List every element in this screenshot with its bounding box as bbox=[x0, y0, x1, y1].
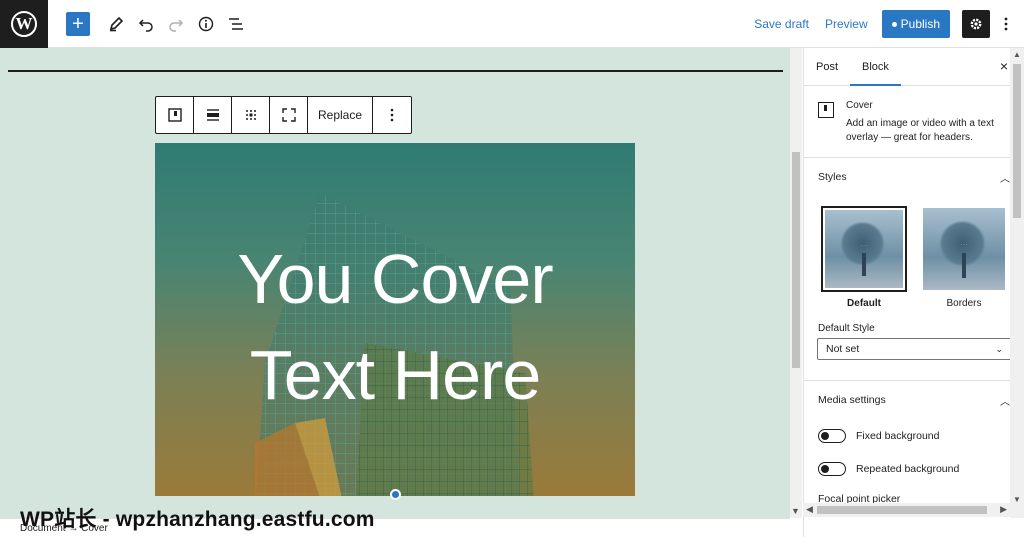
repeated-background-row: Repeated background bbox=[804, 452, 1024, 485]
topbar-actions: Save draft Preview Publish bbox=[746, 0, 1024, 48]
style-option-borders[interactable]: · · · Borders bbox=[921, 206, 1007, 309]
tab-post[interactable]: Post bbox=[804, 48, 850, 86]
replace-button[interactable]: Replace bbox=[308, 97, 374, 133]
gear-icon bbox=[970, 18, 982, 30]
settings-sidebar: Post Block × Cover Add an image or video… bbox=[803, 48, 1024, 537]
position-grid-icon bbox=[245, 110, 256, 120]
scroll-down-arrow-icon[interactable]: ▼ bbox=[1013, 495, 1021, 504]
tools-button[interactable] bbox=[102, 10, 130, 38]
canvas-scrollbar[interactable]: ▼ bbox=[790, 48, 802, 518]
cover-heading-line-1[interactable]: You Cover bbox=[155, 231, 635, 327]
editor-canvas[interactable]: Replace You Cover Text Here bbox=[0, 48, 790, 518]
publish-button[interactable]: Publish bbox=[881, 10, 950, 38]
settings-button[interactable] bbox=[962, 10, 990, 38]
info-icon bbox=[198, 16, 214, 31]
cover-block[interactable]: You Cover Text Here bbox=[155, 143, 635, 496]
styles-panel-toggle[interactable]: Styles ︿ bbox=[804, 158, 1024, 196]
separator-block[interactable] bbox=[8, 70, 783, 72]
list-view-button[interactable] bbox=[222, 10, 250, 38]
cover-heading-line-2[interactable]: Text Here bbox=[155, 327, 635, 423]
publish-label: Publish bbox=[900, 17, 940, 31]
block-card-description: Add an image or video with a text overla… bbox=[846, 118, 994, 143]
wordpress-logo-button[interactable]: W bbox=[0, 0, 48, 48]
style-label-default: Default bbox=[847, 298, 881, 309]
fixed-background-label: Fixed background bbox=[856, 429, 940, 442]
media-settings-panel-toggle[interactable]: Media settings ︿ bbox=[804, 381, 1024, 419]
chevron-up-icon: ︿ bbox=[1000, 173, 1010, 185]
fixed-background-row: Fixed background bbox=[804, 419, 1024, 452]
more-vertical-icon bbox=[1004, 17, 1008, 31]
save-draft-button[interactable]: Save draft bbox=[746, 17, 817, 31]
resize-handle[interactable] bbox=[390, 489, 401, 500]
pencil-icon bbox=[109, 16, 124, 31]
details-button[interactable] bbox=[192, 10, 220, 38]
align-button[interactable] bbox=[194, 97, 232, 133]
scroll-left-arrow-icon[interactable]: ◀ bbox=[806, 504, 813, 515]
scroll-up-arrow-icon[interactable]: ▲ bbox=[1013, 50, 1021, 59]
block-toolbar: Replace bbox=[155, 96, 413, 134]
full-height-button[interactable] bbox=[270, 97, 308, 133]
style-preview-borders[interactable]: · · · bbox=[921, 206, 1007, 292]
undo-icon bbox=[138, 18, 153, 32]
scroll-down-arrow-icon[interactable]: ▼ bbox=[791, 506, 800, 516]
undo-button[interactable] bbox=[132, 10, 160, 38]
default-style-label: Default Style bbox=[818, 323, 875, 334]
block-card: Cover Add an image or video with a text … bbox=[804, 86, 1024, 158]
block-type-button[interactable] bbox=[156, 97, 194, 133]
publish-dot-icon bbox=[891, 21, 897, 27]
list-view-icon bbox=[229, 17, 243, 30]
repeated-background-toggle[interactable] bbox=[818, 461, 846, 476]
style-option-default[interactable]: · · · Default bbox=[821, 206, 907, 309]
sidebar-horizontal-scrollbar[interactable]: ◀ ▶ bbox=[803, 503, 1010, 517]
redo-button[interactable] bbox=[162, 10, 190, 38]
chevron-down-icon: ⌄ bbox=[995, 343, 1003, 354]
preview-button[interactable]: Preview bbox=[817, 17, 876, 31]
default-style-select[interactable]: Not set ⌄ bbox=[817, 338, 1012, 360]
wordpress-logo-icon: W bbox=[11, 10, 37, 37]
media-settings-title: Media settings bbox=[818, 394, 886, 406]
sidebar-scrollbar-thumb[interactable] bbox=[1013, 64, 1021, 218]
options-menu-button[interactable] bbox=[994, 10, 1018, 38]
close-icon[interactable]: × bbox=[1000, 58, 1008, 74]
repeated-background-label: Repeated background bbox=[856, 462, 960, 475]
styles-panel-title: Styles bbox=[818, 171, 847, 183]
focal-point-label: Focal point picker bbox=[818, 493, 901, 505]
cover-block-icon bbox=[167, 108, 182, 122]
fixed-background-toggle[interactable] bbox=[818, 428, 846, 443]
block-options-button[interactable] bbox=[373, 97, 411, 133]
more-vertical-icon bbox=[390, 108, 394, 122]
style-options: · · · Default · · · Borders bbox=[804, 196, 1024, 309]
default-style-value: Not set bbox=[826, 343, 860, 355]
sidebar-vertical-scrollbar[interactable]: ▲ ▼ bbox=[1010, 48, 1024, 518]
canvas-scrollbar-thumb[interactable] bbox=[792, 152, 800, 368]
scroll-right-arrow-icon[interactable]: ▶ bbox=[1000, 504, 1007, 515]
block-card-title: Cover bbox=[846, 100, 873, 111]
redo-icon bbox=[169, 18, 184, 32]
tab-block[interactable]: Block bbox=[850, 48, 901, 86]
cover-heading[interactable]: You Cover Text Here bbox=[155, 231, 635, 423]
align-wide-icon bbox=[206, 109, 219, 121]
sidebar-tabs: Post Block × bbox=[804, 48, 1024, 86]
sidebar-hscroll-thumb[interactable] bbox=[817, 506, 987, 514]
style-label-borders: Borders bbox=[946, 298, 982, 309]
add-block-button[interactable]: + bbox=[66, 11, 90, 36]
fullscreen-icon bbox=[281, 108, 296, 122]
chevron-up-icon: ︿ bbox=[1000, 396, 1010, 408]
site-watermark: WP站长 - wpzhanzhang.eastfu.com bbox=[20, 508, 375, 531]
style-preview-default[interactable]: · · · bbox=[821, 206, 907, 292]
content-position-button[interactable] bbox=[232, 97, 270, 133]
editor-topbar: W + Save draft Preview Publish bbox=[0, 0, 1024, 48]
cover-block-icon bbox=[818, 102, 834, 118]
